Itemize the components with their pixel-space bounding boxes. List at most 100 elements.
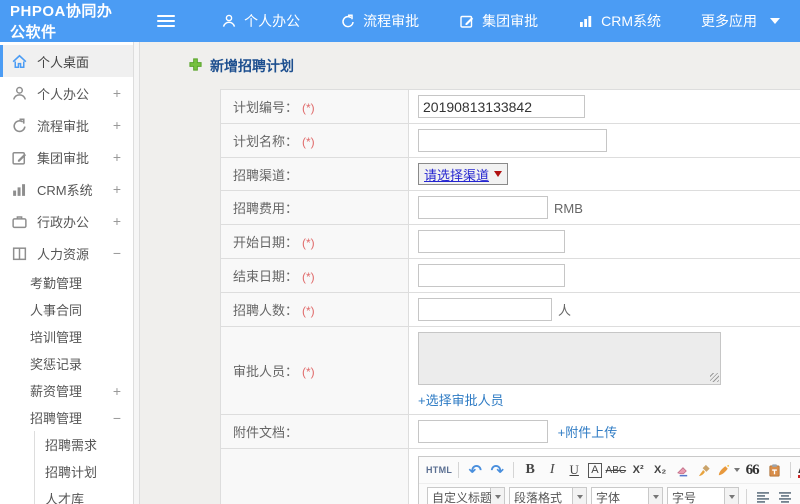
field-label: 招聘人数： (233, 303, 299, 318)
table-row: 计划编号： (*) (220, 89, 800, 124)
align-left-icon[interactable] (753, 487, 773, 504)
plan-number-input[interactable] (418, 95, 585, 118)
collapse-icon[interactable]: − (113, 245, 121, 261)
align-center-icon[interactable] (775, 487, 795, 504)
sidebar-item-hr-contract[interactable]: 人事合同 (0, 296, 133, 323)
nav-label: 流程审批 (363, 13, 420, 29)
blockquote-button[interactable]: 66 (742, 460, 762, 481)
paragraph-format-dropdown[interactable]: 段落格式 (509, 486, 587, 504)
edit-icon (11, 149, 28, 166)
sidebar-item-training[interactable]: 培训管理 (0, 323, 133, 350)
sidebar-item-recruit-demand[interactable]: 招聘需求 (35, 431, 133, 458)
autoformat-button[interactable]: A (588, 462, 602, 478)
dropdown-caret-icon (725, 486, 739, 504)
strikethrough-button[interactable]: ABC (606, 460, 627, 481)
sidebar-item-rewards[interactable]: 奖惩记录 (0, 350, 133, 377)
sidebar-scrollbar[interactable] (133, 42, 140, 504)
headcount-input[interactable] (418, 298, 552, 321)
paste-icon[interactable] (764, 460, 784, 481)
field-label: 计划名称： (233, 134, 299, 149)
process-icon (340, 13, 356, 29)
headcount-unit: 人 (558, 302, 572, 318)
plan-name-input[interactable] (418, 129, 607, 152)
nav-process-approval[interactable]: 流程审批 (320, 11, 439, 31)
sidebar-item-group-approval[interactable]: 集团审批 + (0, 141, 133, 173)
sidebar-item-talent-pool[interactable]: 人才库 (35, 485, 133, 504)
sidebar-item-process-approval[interactable]: 流程审批 + (0, 109, 133, 141)
required-mark: (*) (302, 270, 315, 284)
expand-icon[interactable]: + (113, 181, 121, 197)
custom-title-dropdown[interactable]: 自定义标题 (427, 486, 505, 504)
nav-label: 集团审批 (482, 13, 539, 29)
sidebar-item-desktop[interactable]: 个人桌面 (0, 45, 133, 77)
menu-toggle-icon[interactable] (157, 12, 176, 30)
bold-button[interactable]: B (520, 460, 540, 481)
collapse-icon[interactable]: − (113, 410, 121, 426)
page-title: 新增招聘计划 (188, 56, 800, 76)
sidebar-item-hr[interactable]: 人力资源 − (0, 237, 133, 269)
process-icon (11, 117, 28, 134)
html-source-button[interactable]: HTML (426, 460, 452, 481)
sidebar-item-attendance[interactable]: 考勤管理 (0, 269, 133, 296)
table-row: 招聘渠道： 请选择渠道 (220, 157, 800, 191)
eraser-icon[interactable] (672, 460, 692, 481)
format-painter-icon[interactable] (716, 460, 741, 481)
undo-icon[interactable]: ↶ (465, 460, 485, 481)
expand-icon[interactable]: + (113, 85, 121, 101)
superscript-button[interactable]: X² (628, 460, 648, 481)
app-logo: PHPOA协同办公软件 (10, 3, 113, 41)
redo-icon[interactable]: ↷ (487, 460, 507, 481)
fee-unit: RMB (554, 200, 583, 216)
field-label: 计划编号： (233, 100, 299, 115)
expand-icon[interactable]: + (113, 383, 121, 399)
briefcase-icon (11, 213, 28, 230)
nav-group-approval[interactable]: 集团审批 (439, 11, 558, 31)
dropdown-caret-icon (734, 468, 741, 472)
sidebar-item-crm[interactable]: CRM系统 + (0, 173, 133, 205)
field-label: 附件文档： (233, 425, 299, 440)
italic-button[interactable]: I (542, 460, 562, 481)
end-date-input[interactable] (418, 264, 565, 287)
expand-icon[interactable]: + (113, 117, 121, 133)
table-row: 招聘人数： (*) 人 (220, 292, 800, 327)
channel-select[interactable]: 请选择渠道 (418, 163, 509, 185)
required-mark: (*) (302, 304, 315, 318)
font-size-dropdown[interactable]: 字号 (667, 486, 739, 504)
attachment-upload-link[interactable]: +附件上传 (558, 425, 618, 440)
field-label: 开始日期： (233, 235, 299, 250)
choose-approver-link[interactable]: +选择审批人员 (418, 390, 800, 409)
sidebar-item-recruit-plan[interactable]: 招聘计划 (35, 458, 133, 485)
sidebar-item-salary[interactable]: 薪资管理 + (0, 377, 133, 404)
sidebar-item-recruit-mgmt[interactable]: 招聘管理 − (0, 404, 133, 431)
clean-format-icon[interactable] (694, 460, 714, 481)
resize-grip-icon[interactable] (710, 373, 719, 382)
table-row: 结束日期： (*) (220, 258, 800, 293)
expand-icon[interactable]: + (113, 213, 121, 229)
required-mark: (*) (302, 135, 315, 149)
sidebar: 个人桌面 个人办公 + 流程审批 + 集团审批 + CRM系统 + 行政办公 +… (0, 42, 133, 504)
bar-chart-icon (11, 181, 28, 198)
hr-submenu: 考勤管理 人事合同 培训管理 奖惩记录 薪资管理 + 招聘管理 − 招聘需求 招… (0, 269, 133, 504)
nav-more-apps[interactable]: 更多应用 (681, 11, 800, 31)
approver-textarea[interactable] (418, 332, 721, 385)
underline-button[interactable]: U (564, 460, 584, 481)
attachment-input[interactable] (418, 420, 548, 443)
sidebar-item-admin-office[interactable]: 行政办公 + (0, 205, 133, 237)
expand-icon[interactable]: + (113, 149, 121, 165)
required-mark: (*) (302, 365, 315, 379)
editor-toolbar-row2: 自定义标题 段落格式 字体 字号 (419, 484, 800, 504)
table-row: 计划名称： (*) (220, 123, 800, 158)
subscript-button[interactable]: X₂ (650, 460, 670, 481)
start-date-input[interactable] (418, 230, 565, 253)
nav-personal-office[interactable]: 个人办公 (201, 11, 320, 31)
table-row: 审批人员： (*) +选择审批人员 (220, 326, 800, 415)
font-family-dropdown[interactable]: 字体 (591, 486, 663, 504)
home-icon (11, 53, 28, 70)
nav-label: 个人办公 (244, 13, 301, 29)
table-row: 开始日期： (*) (220, 224, 800, 259)
sidebar-item-personal-office[interactable]: 个人办公 + (0, 77, 133, 109)
fee-input[interactable] (418, 196, 548, 219)
required-mark: (*) (302, 101, 315, 115)
nav-crm-system[interactable]: CRM系统 (558, 11, 681, 31)
table-row: HTML ↶ ↷ B I U A ABC X² X₂ 66 自定义标题 段落格式… (220, 448, 800, 504)
